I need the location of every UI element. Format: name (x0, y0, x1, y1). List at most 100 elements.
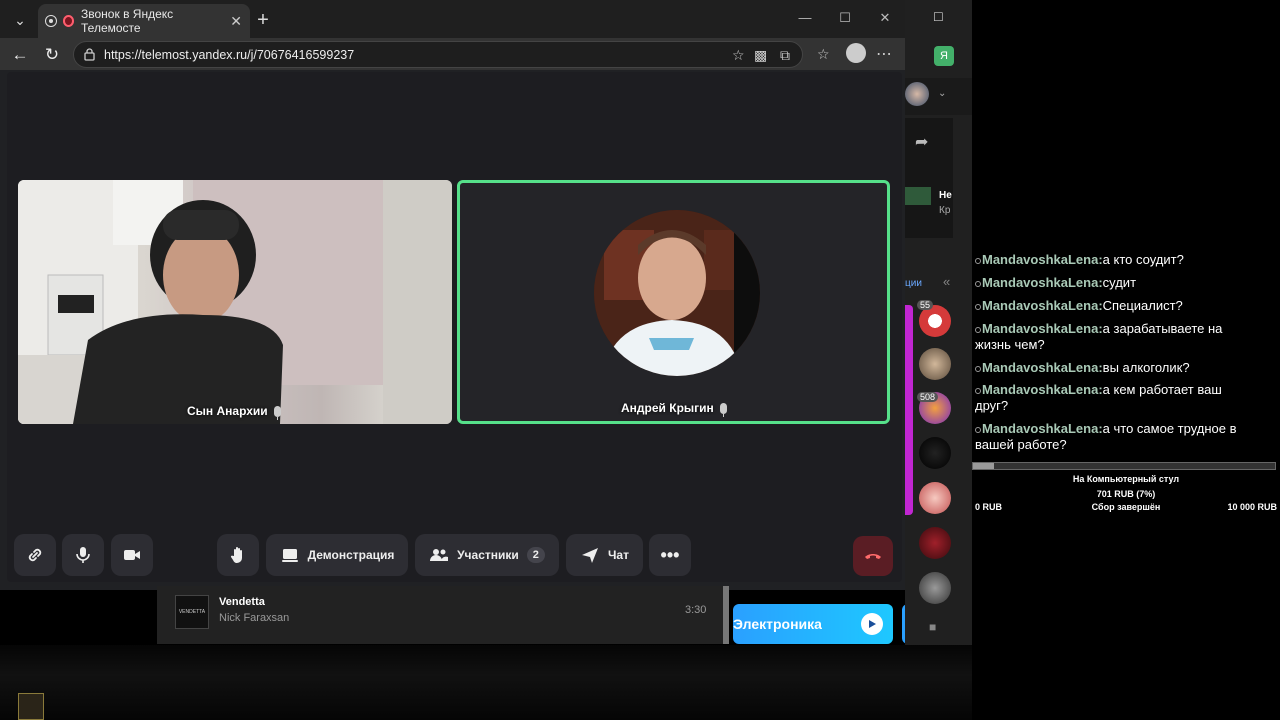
browser-tab[interactable]: Звонок в Яндекс Телемосте ✕ (38, 4, 250, 38)
strip-partial-sub: Кр (939, 205, 951, 216)
tab-close-icon[interactable]: ✕ (230, 13, 242, 30)
participants-count-badge: 2 (526, 547, 545, 563)
participant-video-2[interactable]: Андрей Крыгин (457, 180, 890, 424)
music-scrollbar[interactable] (723, 586, 729, 644)
microphone-button[interactable] (62, 534, 104, 576)
strip-panel (905, 118, 953, 238)
tab-title: Звонок в Яндекс Телемосте (81, 7, 174, 35)
sidebar-avatar-7[interactable] (919, 572, 951, 604)
donation-progress-fill (973, 463, 995, 469)
chat-text: а что самое трудное в (1102, 421, 1237, 436)
raise-hand-button[interactable] (217, 534, 259, 576)
genre-electronica-button[interactable]: Электроника (733, 604, 893, 644)
profile-avatar[interactable] (846, 43, 866, 63)
yandex-profile-badge[interactable]: Я (934, 46, 954, 66)
chat-text: а кем работает ваш (1102, 382, 1222, 397)
chat-message: MandavoshkaLena:а кем работает ваш друг? (975, 382, 1222, 414)
user-badge-icon (975, 387, 981, 394)
minimize-icon[interactable]: — (790, 10, 820, 25)
address-bar-row: ← ↻ https://telemost.yandex.ru/j/7067641… (0, 38, 905, 70)
user-badge-icon (975, 326, 981, 333)
play-icon (861, 613, 883, 635)
new-tab-icon[interactable]: + (252, 9, 274, 31)
maximize-icon[interactable]: ☐ (830, 10, 860, 26)
strip-partial-link[interactable]: ции (905, 278, 922, 289)
participant-2-camera-image (594, 210, 760, 376)
more-menu-icon[interactable]: ⋯ (876, 44, 892, 64)
sidebar-avatar-5[interactable] (919, 482, 951, 514)
strip-partial-title: Не (939, 190, 952, 201)
camera-button[interactable] (111, 534, 153, 576)
donation-progress-bar (972, 462, 1276, 470)
screen-demo-label: Демонстрация (307, 548, 395, 562)
share-arrow-icon[interactable]: ➦ (915, 132, 928, 152)
tab-camera-indicator-icon (45, 15, 57, 27)
chat-text-line2: вашей работе? (975, 437, 1067, 452)
tab-bar: ⌄ Звонок в Яндекс Телемосте ✕ + — ☐ ✕ (0, 0, 905, 38)
chat-button[interactable]: Чат (566, 534, 643, 576)
chat-username: MandavoshkaLena: (982, 252, 1103, 267)
chat-message: MandavoshkaLena:а кто соудит? (975, 252, 1184, 268)
donation-goal-widget: На Компьютерный стул 701 RUB (7%) 0 RUB … (972, 462, 1280, 522)
chat-text: судит (1102, 275, 1137, 290)
chat-message: MandavoshkaLena:Специалист? (975, 298, 1183, 314)
favorite-star-icon[interactable]: ☆ (732, 47, 745, 64)
screen-share-icon[interactable]: ⧉ (780, 47, 790, 64)
camera-in-use-icon[interactable]: ▩ (754, 47, 767, 64)
participant-1-camera-image (18, 180, 452, 424)
strip-thumbnail (905, 187, 931, 205)
screen-demo-button[interactable]: Демонстрация (266, 534, 408, 576)
participant-2-avatar (594, 210, 760, 376)
chat-username: MandavoshkaLena: (982, 382, 1103, 397)
chat-bubble-icon[interactable]: ■ (929, 620, 936, 634)
participant-1-mic-icon (273, 405, 281, 420)
participants-icon (430, 549, 449, 561)
microphone-icon (76, 547, 90, 563)
hangup-button[interactable] (853, 536, 893, 576)
track-duration: 3:30 (685, 604, 707, 616)
chat-message: MandavoshkaLena:судит (975, 275, 1136, 291)
favorites-icon[interactable]: ☆ (817, 46, 830, 63)
tab-list-chevron-icon[interactable]: ⌄ (9, 9, 31, 31)
chat-username: MandavoshkaLena: (982, 421, 1103, 436)
phone-hangup-icon (865, 554, 881, 559)
goal-title: На Компьютерный стул (1072, 474, 1180, 484)
more-options-button[interactable]: ••• (649, 534, 691, 576)
music-track-row[interactable]: VENDETTA Vendetta Nick Faraxsan 3:30 (157, 586, 727, 644)
user-badge-icon (975, 257, 981, 264)
sidebar-avatar-6[interactable] (919, 527, 951, 559)
track-artist[interactable]: Nick Faraxsan (219, 612, 289, 624)
chevron-down-icon[interactable]: ⌄ (938, 88, 946, 99)
chat-message: MandavoshkaLena:а что самое трудное в ваш… (975, 421, 1237, 453)
chat-message: MandavoshkaLena:вы алкоголик? (975, 360, 1190, 376)
sidebar-avatar-4[interactable] (919, 437, 951, 469)
participant-1-nametag: Сын Анархии (187, 404, 281, 420)
collapse-arrows-icon[interactable]: « (943, 274, 950, 289)
participants-button[interactable]: Участники 2 (415, 534, 559, 576)
participant-video-1[interactable]: Сын Анархии (18, 180, 452, 424)
participant-2-mic-icon (719, 402, 727, 417)
track-title: Vendetta (219, 596, 265, 608)
strip-maximize-icon[interactable]: ☐ (933, 10, 944, 24)
copy-link-button[interactable] (14, 534, 56, 576)
back-arrow-icon[interactable]: ← (8, 44, 32, 66)
participants-label: Участники (457, 548, 519, 562)
window-close-icon[interactable]: ✕ (870, 10, 900, 26)
badge-508: 508 (917, 392, 939, 402)
chat-text: а зарабатываете на (1102, 321, 1223, 336)
user-badge-icon (975, 280, 981, 287)
chat-text: а кто соудит? (1102, 252, 1184, 267)
desktop-folder-icon[interactable] (18, 693, 44, 720)
url-text: https://telemost.yandex.ru/j/70676416599… (104, 47, 355, 62)
strip-accent-bar (905, 305, 913, 515)
strip-user-avatar[interactable] (905, 82, 929, 106)
stream-chat-overlay: MandavoshkaLena:а кто соудит? Mandavoshk… (972, 230, 1280, 462)
sidebar-avatar-2[interactable] (919, 348, 951, 380)
chat-text-line2: друг? (975, 398, 1009, 413)
telemost-meeting: Сын Анархии Андрей Крыгин Демонстрация У… (7, 72, 902, 582)
url-field[interactable]: https://telemost.yandex.ru/j/70676416599… (73, 41, 803, 68)
reload-icon[interactable]: ↻ (40, 44, 64, 66)
link-icon (28, 548, 42, 562)
user-badge-icon (975, 426, 981, 433)
badge-55: 55 (917, 300, 934, 310)
